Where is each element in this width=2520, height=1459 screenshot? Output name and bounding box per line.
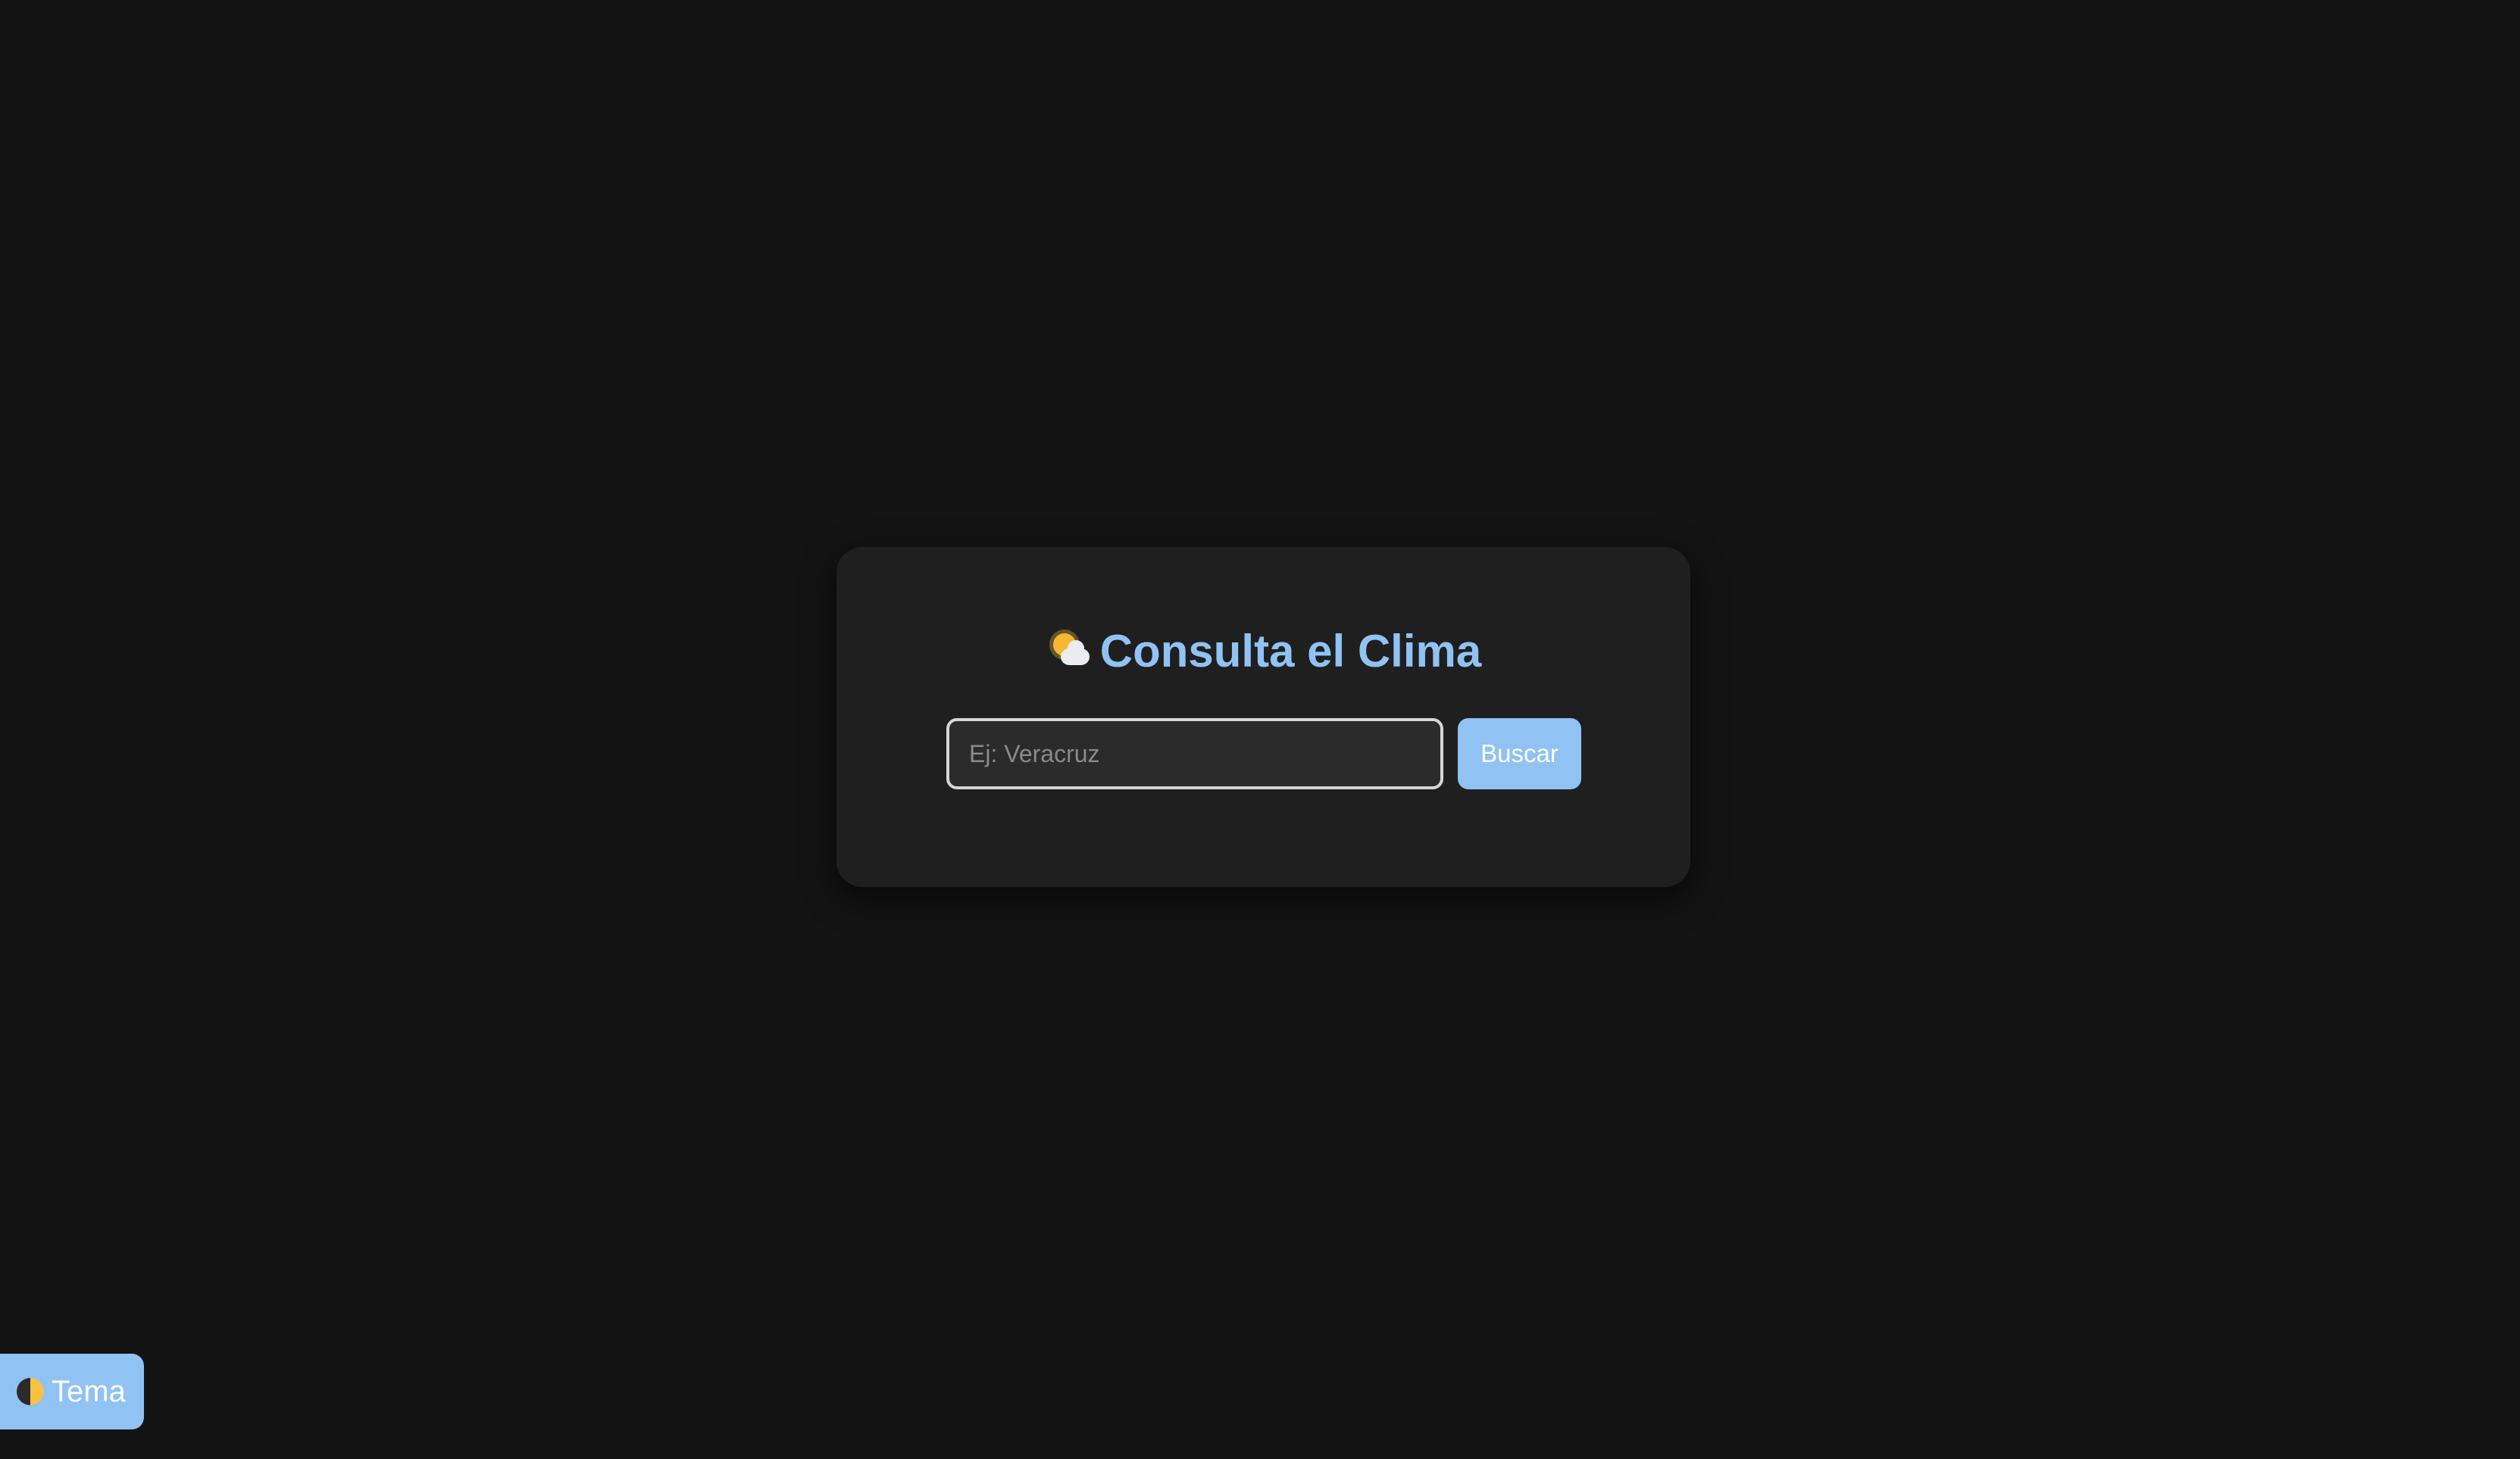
city-search-input[interactable] (946, 718, 1443, 789)
weather-card: Consulta el Clima Buscar (836, 547, 1690, 887)
page-title: Consulta el Clima (1099, 626, 1482, 676)
sun-behind-cloud-icon (1046, 629, 1091, 671)
search-button[interactable]: Buscar (1458, 718, 1581, 789)
page-title-row: Consulta el Clima (836, 629, 1690, 674)
theme-toggle-button[interactable]: Tema (0, 1354, 144, 1429)
theme-toggle-label: Tema (52, 1374, 126, 1408)
half-moon-icon (17, 1378, 44, 1405)
